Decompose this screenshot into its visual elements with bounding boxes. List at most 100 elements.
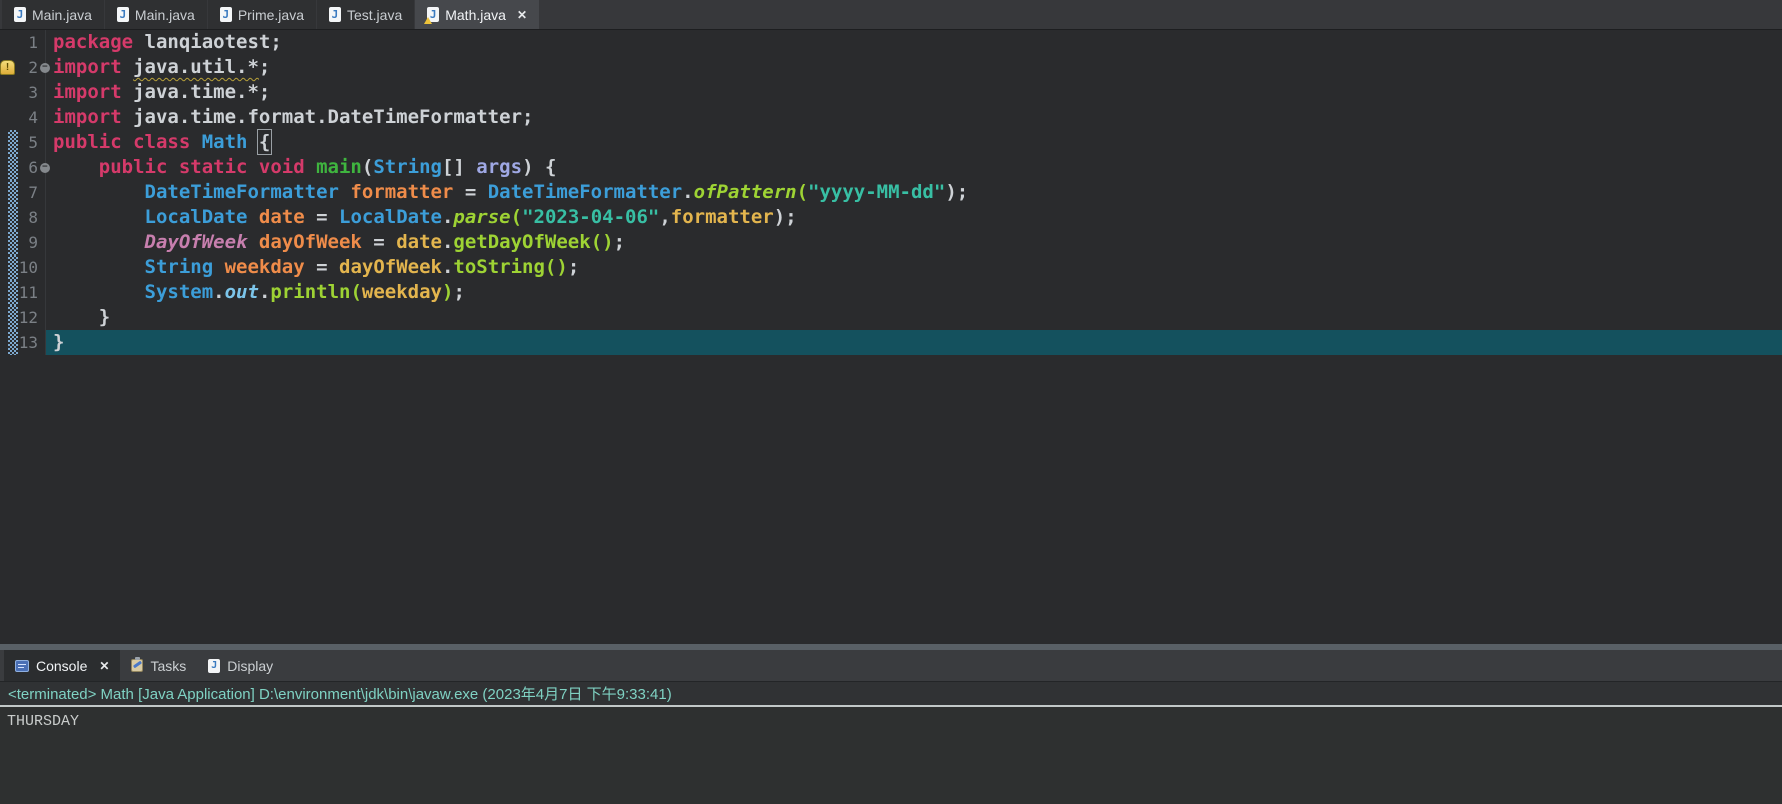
- java-file-letter: J: [17, 9, 24, 20]
- line-number: 10: [19, 255, 38, 280]
- code-text: public class Math {: [46, 130, 1782, 155]
- tab-label: Tasks: [150, 658, 186, 674]
- quick-diff-marker: [8, 105, 18, 130]
- code-text: DateTimeFormatter formatter = DateTimeFo…: [46, 180, 1782, 205]
- code-line-7[interactable]: 7 DateTimeFormatter formatter = DateTime…: [0, 180, 1782, 205]
- line-number: 9: [28, 230, 38, 255]
- quick-diff-marker: [8, 305, 18, 330]
- close-icon[interactable]: ✕: [517, 8, 527, 22]
- gutter: 8: [0, 205, 46, 230]
- line-number: 3: [28, 80, 38, 105]
- code-lines: 1package lanqiaotest;!2−import java.util…: [0, 30, 1782, 355]
- ide-window: J Main.java J Main.java J Prime.java J Test.jav…: [0, 0, 1782, 804]
- display-icon-letter: J: [211, 661, 217, 671]
- code-text: DayOfWeek dayOfWeek = date.getDayOfWeek(…: [46, 230, 1782, 255]
- java-file-letter: J: [223, 9, 230, 20]
- line-number: 11: [19, 280, 38, 305]
- console-output[interactable]: THURSDAY: [0, 707, 1782, 804]
- gutter: 6−: [0, 155, 46, 180]
- gutter: 9: [0, 230, 46, 255]
- console-tab-console[interactable]: Console✕: [4, 650, 120, 681]
- code-text: LocalDate date = LocalDate.parse("2023-0…: [46, 205, 1782, 230]
- console-tab-display[interactable]: J Display: [197, 650, 284, 681]
- gutter: 1: [0, 30, 46, 55]
- java-file-icon: J: [117, 7, 129, 22]
- fold-marker-icon[interactable]: −: [40, 63, 50, 73]
- fold-marker-icon[interactable]: −: [40, 163, 50, 173]
- code-line-9[interactable]: 9 DayOfWeek dayOfWeek = date.getDayOfWee…: [0, 230, 1782, 255]
- code-line-4[interactable]: 4 import java.time.format.DateTimeFormatt…: [0, 105, 1782, 130]
- code-line-3[interactable]: 3 import java.time.*;: [0, 80, 1782, 105]
- tab-label: Main.java: [135, 7, 195, 23]
- java-file-icon: J: [14, 7, 26, 22]
- console-output-text: THURSDAY: [7, 713, 79, 730]
- quick-diff-marker: [8, 80, 18, 105]
- quick-diff-marker: [8, 230, 18, 255]
- line-number: 8: [28, 205, 38, 230]
- gutter: !2−: [0, 55, 46, 80]
- line-number: 5: [28, 130, 38, 155]
- line-number: 6: [28, 155, 38, 180]
- line-number: 7: [28, 180, 38, 205]
- tab-label: Display: [227, 658, 273, 674]
- code-line-2[interactable]: ! 2−import java.util.*;: [0, 55, 1782, 80]
- gutter: 10: [0, 255, 46, 280]
- display-icon: J: [208, 659, 220, 673]
- gutter: 11: [0, 280, 46, 305]
- code-editor[interactable]: 1package lanqiaotest;!2−import java.util…: [0, 30, 1782, 644]
- warning-marker-icon[interactable]: !: [0, 60, 15, 75]
- quick-diff-marker: [8, 255, 18, 280]
- code-line-13[interactable]: 13}: [0, 330, 1782, 355]
- code-text: import java.time.format.DateTimeFormatte…: [46, 105, 1782, 130]
- java-file-letter: J: [120, 9, 127, 20]
- quick-diff-marker: [8, 30, 18, 55]
- editor-tab-main-java[interactable]: J Main.java: [105, 0, 207, 29]
- gutter: 4: [0, 105, 46, 130]
- tab-label: Math.java: [445, 7, 506, 23]
- line-number: 12: [19, 305, 38, 330]
- tab-label: Prime.java: [238, 7, 304, 23]
- tasks-icon: [131, 659, 143, 672]
- quick-diff-marker: [8, 130, 18, 155]
- code-text: System.out.println(weekday);: [46, 280, 1782, 305]
- quick-diff-marker: [8, 330, 18, 355]
- code-line-1[interactable]: 1 package lanqiaotest;: [0, 30, 1782, 55]
- code-text: String weekday = dayOfWeek.toString();: [46, 255, 1782, 280]
- tab-label: Test.java: [347, 7, 402, 23]
- tab-label: Main.java: [32, 7, 92, 23]
- code-line-10[interactable]: 10 String weekday = dayOfWeek.toString()…: [0, 255, 1782, 280]
- close-icon[interactable]: ✕: [99, 659, 109, 673]
- editor-tab-prime-java[interactable]: J Prime.java: [208, 0, 316, 29]
- line-number: 1: [28, 30, 38, 55]
- java-file-icon: J: [427, 7, 439, 22]
- code-line-12[interactable]: 12 }: [0, 305, 1782, 330]
- console-status: <terminated> Math [Java Application] D:\…: [0, 681, 1782, 707]
- editor-tab-bar: J Main.java J Main.java J Prime.java J Test.jav…: [0, 0, 1782, 30]
- console-tab-tasks[interactable]: Tasks: [120, 650, 197, 681]
- quick-diff-marker: [8, 155, 18, 180]
- editor-tab-math-java[interactable]: J Math.java ✕: [415, 0, 539, 29]
- code-line-11[interactable]: 11 System.out.println(weekday);: [0, 280, 1782, 305]
- code-text: }: [46, 330, 1782, 355]
- code-text: package lanqiaotest;: [46, 30, 1782, 55]
- quick-diff-marker: [8, 280, 18, 305]
- line-number: 4: [28, 105, 38, 130]
- console-icon: [15, 660, 29, 672]
- code-line-5[interactable]: 5 public class Math {: [0, 130, 1782, 155]
- gutter: 3: [0, 80, 46, 105]
- code-text: public static void main(String[] args) {: [46, 155, 1782, 180]
- editor-tab-test-java[interactable]: J Test.java: [317, 0, 414, 29]
- code-text: import java.time.*;: [46, 80, 1782, 105]
- quick-diff-marker: [8, 205, 18, 230]
- code-line-8[interactable]: 8 LocalDate date = LocalDate.parse("2023…: [0, 205, 1782, 230]
- code-text: import java.util.*;: [46, 55, 1782, 80]
- code-line-6[interactable]: 6− public static void main(String[] args…: [0, 155, 1782, 180]
- editor-tab-main-java[interactable]: J Main.java: [2, 0, 104, 29]
- line-number: 2: [28, 55, 38, 80]
- java-file-letter: J: [332, 9, 339, 20]
- java-file-icon: J: [220, 7, 232, 22]
- gutter: 12: [0, 305, 46, 330]
- warning-overlay-icon: [424, 17, 432, 24]
- line-number: 13: [19, 330, 38, 355]
- console-tab-bar: Console✕ Tasks J Display: [0, 650, 1782, 681]
